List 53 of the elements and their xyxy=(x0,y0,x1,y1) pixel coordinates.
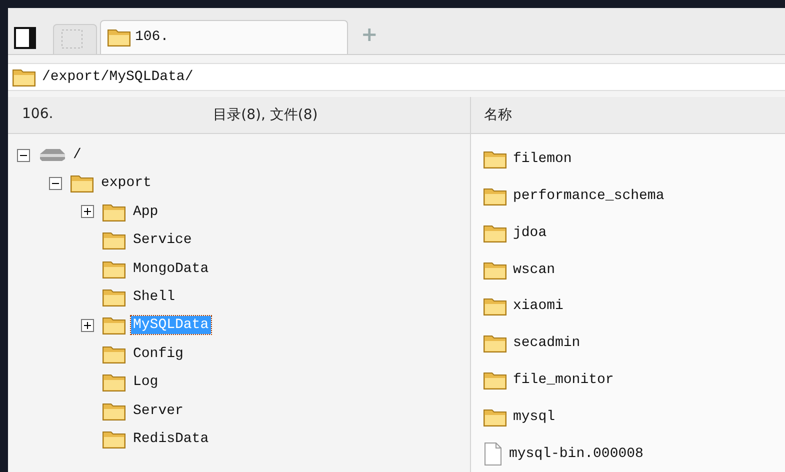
collapse-toggle[interactable] xyxy=(49,176,62,190)
folder-icon xyxy=(483,333,507,354)
folder-icon xyxy=(12,66,36,87)
blank-page-icon xyxy=(60,28,84,50)
tree-item[interactable]: export xyxy=(99,174,154,192)
folder-icon xyxy=(483,186,507,206)
tab[interactable]: 106. xyxy=(100,20,348,54)
tree-item[interactable]: / xyxy=(71,146,84,164)
panel-toggle-icon[interactable] xyxy=(14,26,36,49)
folder-icon xyxy=(483,406,507,427)
expand-toggle[interactable] xyxy=(81,318,94,332)
folder-icon xyxy=(102,344,126,364)
file-name[interactable]: file_monitor xyxy=(513,372,614,388)
file-name[interactable]: wscan xyxy=(513,262,556,278)
tree-item[interactable]: Server xyxy=(131,402,186,420)
tree-item[interactable]: RedisData xyxy=(131,430,211,448)
file-name[interactable]: jdoa xyxy=(513,224,547,241)
tree-item[interactable]: MongoData xyxy=(131,260,211,278)
drive-icon xyxy=(38,148,66,162)
tab-label: 106. xyxy=(135,29,169,46)
folder-icon xyxy=(102,400,126,421)
folder-icon xyxy=(107,27,131,48)
folder-icon xyxy=(102,315,126,336)
path-text: /export/MySQLData/ xyxy=(42,68,194,85)
tree-item[interactable]: Config xyxy=(131,344,186,363)
folder-icon xyxy=(483,260,507,280)
file-name[interactable]: performance_schema xyxy=(513,188,664,204)
folder-icon xyxy=(102,258,126,279)
folder-icon xyxy=(102,202,126,222)
file-name[interactable]: mysql xyxy=(513,408,556,425)
tree-item[interactable]: App xyxy=(131,202,160,221)
tree-item[interactable]: Service xyxy=(131,231,194,250)
folder-icon xyxy=(483,296,507,316)
file-name[interactable]: filemon xyxy=(513,151,572,168)
folder-icon xyxy=(102,428,126,449)
column-header[interactable]: 名称 xyxy=(470,96,785,133)
file-name[interactable]: mysql-bin.000008 xyxy=(509,446,644,462)
document-icon xyxy=(483,442,503,466)
file-name[interactable]: secadmin xyxy=(513,335,580,352)
tree-item[interactable]: Shell xyxy=(131,288,178,306)
expand-toggle[interactable] xyxy=(81,205,94,218)
folder-icon xyxy=(102,372,126,392)
folder-icon xyxy=(102,230,126,250)
folder-icon xyxy=(483,149,507,170)
collapse-toggle[interactable] xyxy=(17,148,30,162)
folder-icon xyxy=(70,173,94,194)
host-label: 106. xyxy=(22,106,54,124)
summary-label: 目录(8), 文件(8) xyxy=(213,106,318,124)
folder-icon xyxy=(102,286,126,307)
folder-icon xyxy=(483,222,507,243)
tree-item[interactable]: Log xyxy=(131,373,160,392)
file-name[interactable]: xiaomi xyxy=(513,298,564,314)
folder-icon xyxy=(483,370,507,390)
